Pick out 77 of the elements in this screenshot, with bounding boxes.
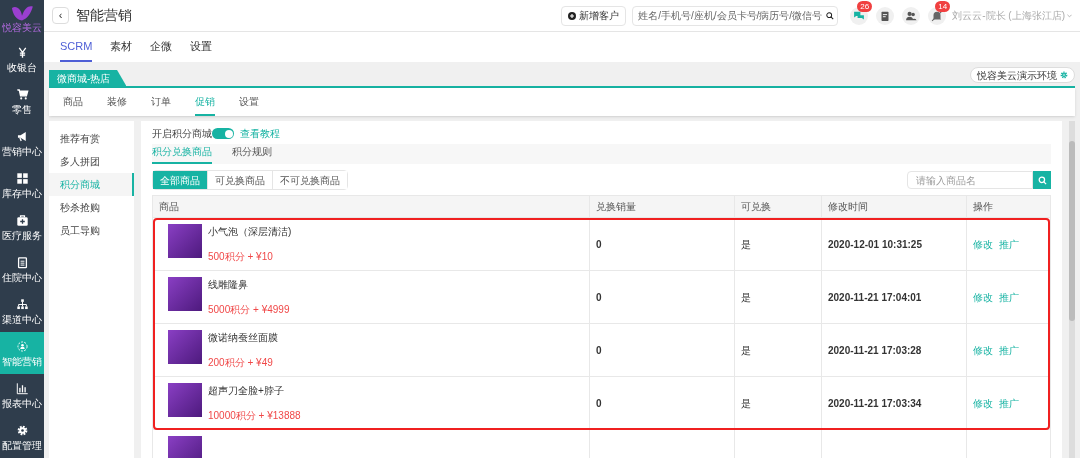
nav-item[interactable]: 配置管理	[0, 416, 44, 458]
search-icon[interactable]	[826, 11, 835, 20]
plus-circle-icon	[568, 11, 577, 20]
environment-selector[interactable]: 悦容美云演示环境	[970, 67, 1075, 83]
product-photo-placeholder	[168, 330, 202, 364]
column-header: 操作	[973, 200, 993, 214]
nav-item[interactable]: 库存中心	[0, 164, 44, 206]
sales-cell-text: 0	[596, 237, 602, 252]
product-name: 小气泡（深层清洁)	[208, 225, 292, 239]
promo-menu-item[interactable]: 多人拼团	[49, 150, 134, 173]
column-header: 商品	[159, 200, 179, 214]
product-photo-placeholder	[168, 277, 202, 311]
count-badge: 26	[857, 0, 873, 12]
column-header: 修改时间	[828, 200, 868, 214]
main-tab[interactable]: 素材	[110, 37, 133, 62]
modified-time-cell-text: 2020-11-21 17:03:34	[828, 396, 922, 411]
count-badge: 14	[935, 0, 951, 12]
new-customer-button[interactable]: 新增客户	[561, 5, 627, 26]
brand-name: 悦容美云	[2, 22, 42, 33]
settings-icon	[15, 423, 29, 437]
sub-tab[interactable]: 商品	[63, 94, 83, 116]
section-tab[interactable]: 积分规则	[232, 144, 272, 164]
product-price: 5000积分 + ¥4999	[208, 303, 290, 317]
modified-time-cell-text: 2020-11-21 17:03:28	[828, 343, 922, 358]
nav-item[interactable]: 报表中心	[0, 374, 44, 416]
medical-kit-icon	[15, 213, 29, 227]
main-tab[interactable]: 设置	[190, 37, 213, 62]
customer-search-field[interactable]: 姓名/手机号/座机/会员卡号/病历号/微信号	[632, 5, 839, 26]
exchangeable-cell-text: 是	[741, 396, 751, 411]
modified-time-cell-text: 2020-12-01 10:31:25	[828, 237, 922, 252]
product-name: 超声刀全脸+脖子	[208, 384, 285, 398]
promo-menu-item[interactable]: 秒杀抢购	[49, 196, 134, 219]
nav-item[interactable]: 渠道中心	[0, 290, 44, 332]
nav-item[interactable]: 住院中心	[0, 248, 44, 290]
sales-cell-text: 0	[596, 290, 602, 305]
person-circle-icon	[15, 339, 29, 353]
nav-item[interactable]: 零售	[0, 80, 44, 122]
nav-item[interactable]: 收银台	[0, 38, 44, 80]
exchangeable-cell-text: 是	[741, 343, 751, 358]
product-price: 10000积分 + ¥13888	[208, 409, 301, 423]
promo-menu-item[interactable]: 推荐有赏	[49, 127, 134, 150]
column-header: 兑换销量	[596, 200, 636, 214]
promo-menu-item[interactable]: 员工导购	[49, 219, 134, 242]
cart-icon	[15, 87, 29, 101]
sub-tab[interactable]: 设置	[239, 94, 259, 116]
exchangeable-cell-text: 是	[741, 237, 751, 252]
search-button[interactable]	[1033, 171, 1051, 189]
toggle-label: 开启积分商城	[152, 127, 212, 141]
product-price: 500积分 + ¥10	[208, 250, 274, 264]
grid-icon	[15, 171, 29, 185]
nav-item[interactable]: 营销中心	[0, 122, 44, 164]
main-tab[interactable]: 企微	[150, 37, 173, 62]
product-photo-placeholder	[168, 224, 202, 258]
megaphone-icon	[15, 129, 29, 143]
column-header: 可兑换	[741, 200, 771, 214]
product-search-field[interactable]: 请输入商品名	[907, 171, 1033, 189]
back-button[interactable]: ‹	[52, 7, 69, 24]
sales-cell-text: 0	[596, 343, 602, 358]
product-photo-placeholder	[168, 383, 202, 417]
main-tab[interactable]: SCRM	[60, 37, 93, 62]
nav-item[interactable]: 医疗服务	[0, 206, 44, 248]
product-name: 微诺纳蚕丝面膜	[208, 331, 278, 345]
sub-tab[interactable]: 订单	[151, 94, 171, 116]
hierarchy-icon	[15, 297, 29, 311]
settings-icon[interactable]	[1060, 71, 1068, 79]
bar-chart-icon	[15, 381, 29, 395]
points-mall-switch[interactable]	[212, 128, 234, 139]
clipboard-icon	[15, 255, 29, 269]
modified-time-cell-text: 2020-11-21 17:04:01	[828, 290, 922, 305]
page-title: 智能营销	[76, 6, 132, 25]
exchangeable-cell-text: 是	[741, 290, 751, 305]
sales-cell-text: 0	[596, 396, 602, 411]
product-name: 线雕隆鼻	[208, 278, 249, 292]
search-icon	[1037, 175, 1047, 185]
butterfly-logo-icon	[9, 5, 35, 22]
sub-tab[interactable]: 装修	[107, 94, 127, 116]
product-price: 200积分 + ¥49	[208, 356, 274, 370]
